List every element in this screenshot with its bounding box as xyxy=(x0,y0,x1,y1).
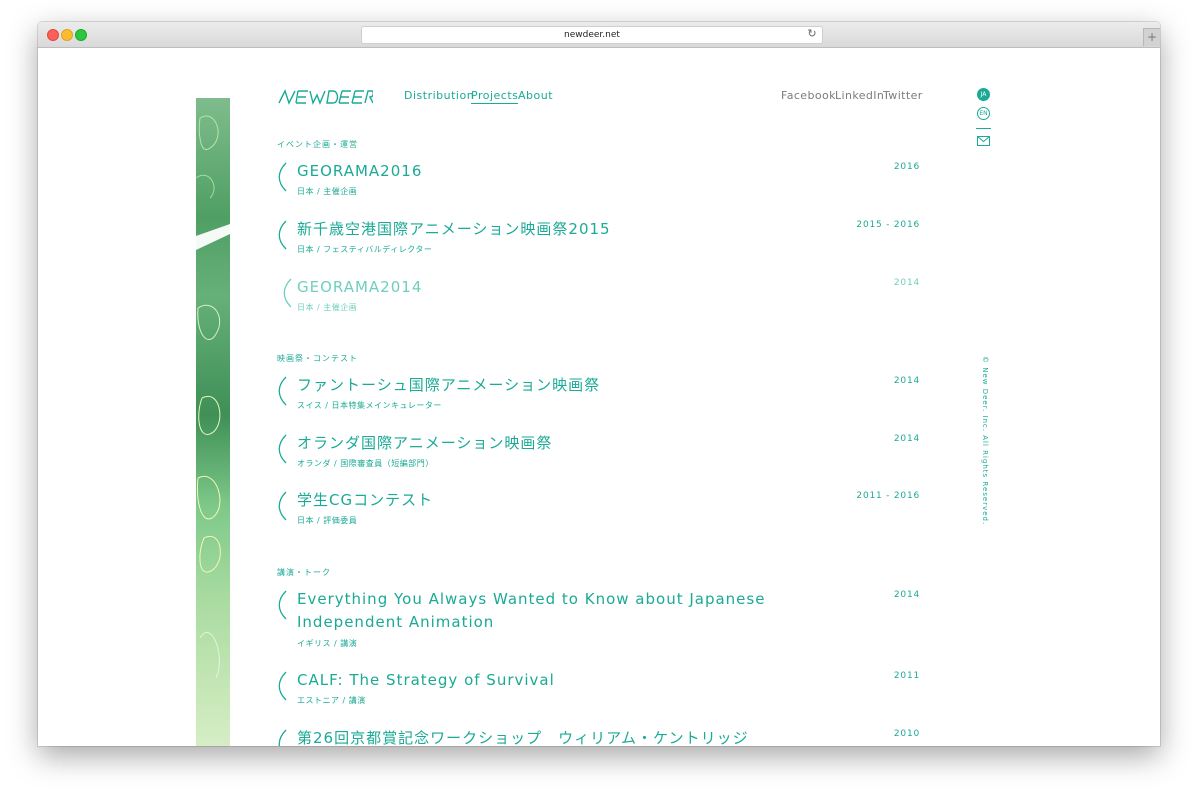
browser-titlebar: newdeer.net ↻ + xyxy=(38,22,1160,48)
project-meta: オランダ / 国際審査員（短編部門） xyxy=(297,459,434,468)
project-title[interactable]: 学生CGコンテスト xyxy=(297,489,777,512)
project-title[interactable]: Everything You Always Wanted to Know abo… xyxy=(297,588,777,634)
project-meta: 日本 / フェスティバルディレクター xyxy=(297,245,433,254)
section-title: イベント企画・運営 xyxy=(277,140,358,149)
paren-icon xyxy=(283,278,292,308)
project-title[interactable]: GEORAMA2016 xyxy=(297,160,777,183)
project-title[interactable]: 新千歳空港国際アニメーション映画祭2015 xyxy=(297,218,777,241)
nav-about[interactable]: About xyxy=(518,89,553,102)
linkedin-link[interactable]: LinkedIn xyxy=(835,89,884,102)
paren-icon xyxy=(278,434,287,464)
project-title[interactable]: GEORAMA2014 xyxy=(297,276,777,299)
lang-en-button[interactable]: EN xyxy=(977,107,990,120)
mail-icon[interactable] xyxy=(977,136,990,146)
paren-icon xyxy=(278,491,287,521)
project-year: 2015 - 2016 xyxy=(856,220,920,230)
project-title[interactable]: 第26回京都賞記念ワークショップ ウィリアム・ケントリッジ 2, 3, 4次元パ… xyxy=(297,727,777,746)
project-meta: イギリス / 講演 xyxy=(297,639,358,648)
minimize-window-button[interactable] xyxy=(61,29,73,41)
project-meta: 日本 / 主催企画 xyxy=(297,187,358,196)
nav-projects[interactable]: Projects xyxy=(471,89,519,104)
close-window-button[interactable] xyxy=(47,29,59,41)
lang-ja-button[interactable]: JA xyxy=(977,88,990,101)
project-year: 2011 xyxy=(893,671,920,681)
facebook-link[interactable]: Facebook xyxy=(781,89,836,102)
newdeer-logo[interactable] xyxy=(277,88,373,106)
side-divider xyxy=(976,128,991,129)
project-meta: エストニア / 講演 xyxy=(297,696,366,705)
project-year: 2014 xyxy=(893,278,920,288)
project-meta: 日本 / 主催企画 xyxy=(297,303,358,312)
project-title[interactable]: CALF: The Strategy of Survival xyxy=(297,669,777,692)
paren-icon xyxy=(278,162,287,192)
project-year: 2014 xyxy=(893,434,920,444)
decorative-artwork-strip xyxy=(196,98,230,746)
paren-icon xyxy=(278,729,287,746)
new-tab-button[interactable]: + xyxy=(1143,28,1160,46)
zoom-window-button[interactable] xyxy=(75,29,87,41)
browser-window: newdeer.net ↻ + Distribution Projects Ab… xyxy=(38,22,1160,746)
project-year: 2016 xyxy=(893,162,920,172)
project-year: 2014 xyxy=(893,376,920,386)
paren-icon xyxy=(278,376,287,406)
section-title: 講演・トーク xyxy=(277,568,331,577)
project-title[interactable]: オランダ国際アニメーション映画祭 xyxy=(297,432,777,455)
twitter-link[interactable]: Twitter xyxy=(883,89,923,102)
reload-icon[interactable]: ↻ xyxy=(805,26,819,42)
paren-icon xyxy=(278,671,287,701)
nav-distribution[interactable]: Distribution xyxy=(404,89,474,102)
project-meta: 日本 / 評価委員 xyxy=(297,516,358,525)
section-title: 映画祭・コンテスト xyxy=(277,354,358,363)
paren-icon xyxy=(278,220,287,250)
project-year: 2011 - 2016 xyxy=(856,491,920,501)
address-bar[interactable]: newdeer.net xyxy=(361,26,823,44)
project-year: 2014 xyxy=(893,590,920,600)
paren-icon xyxy=(278,590,287,620)
project-year: 2010 xyxy=(893,729,920,739)
project-title[interactable]: ファントーシュ国際アニメーション映画祭 xyxy=(297,374,777,397)
copyright-text: © New Deer. Inc. All Rights Reserved. xyxy=(981,356,989,526)
project-meta: スイス / 日本特集メインキュレーター xyxy=(297,401,442,410)
page-content: Distribution Projects About Facebook Lin… xyxy=(38,48,1160,746)
